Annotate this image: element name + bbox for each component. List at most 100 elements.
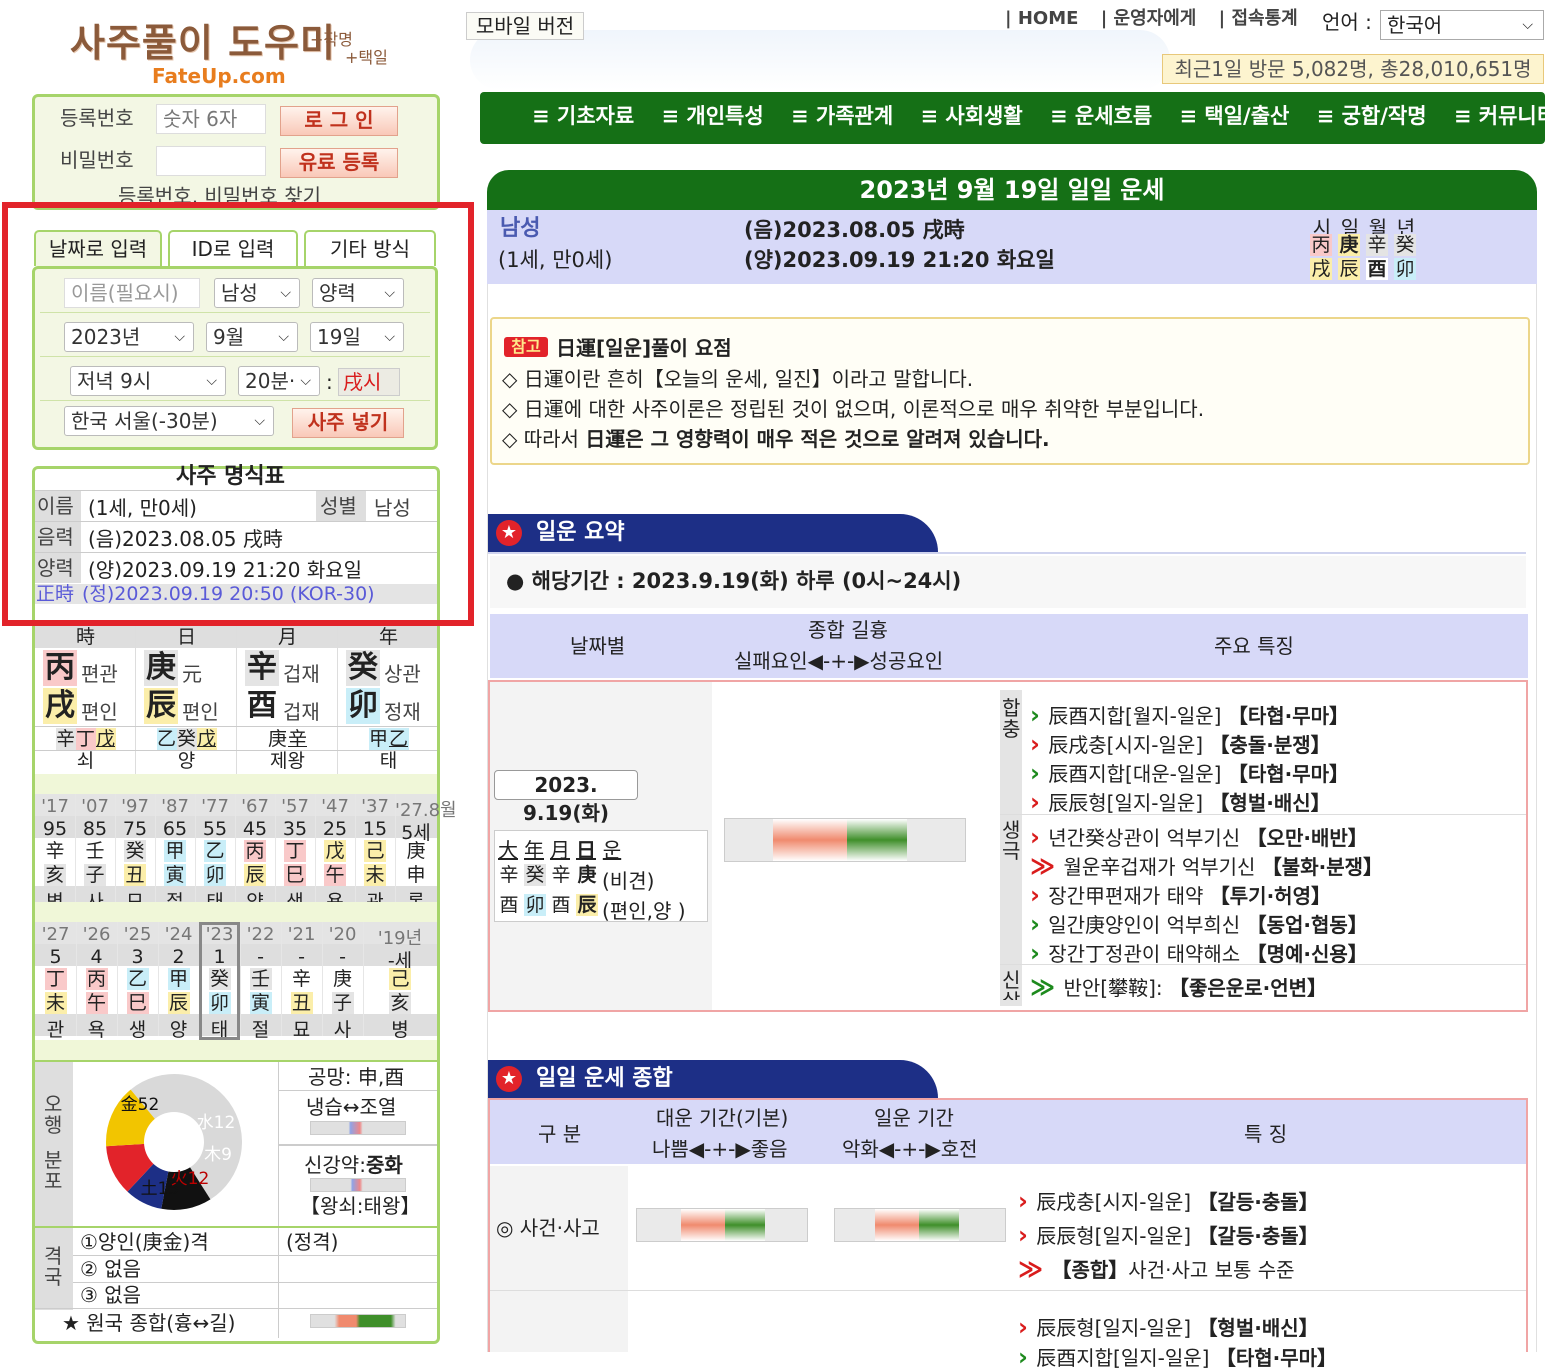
luck-stem: 辛 [290, 968, 313, 990]
col-divider [281, 922, 282, 1036]
saju-pillars: 時丙 편관 戌 편인 辛丁戊 쇠 日庚元辰 편인 乙癸戊 양 月辛 겁재 酉 겁재 庚辛 제왕 年癸 상관 卯 정재 甲… [35, 626, 437, 774]
nav-compat-naming[interactable]: ≡ 궁합/작명 [1317, 104, 1427, 128]
id-input[interactable]: 숫자 6자 [156, 104, 266, 134]
nav-social[interactable]: ≡ 사회생활 [921, 104, 1023, 128]
luck-branch: 寅 [249, 992, 272, 1014]
luck-stem: 辛 [44, 840, 66, 862]
nav-family[interactable]: ≡ 가족관계 [791, 104, 893, 128]
hidden-stem: 辛 [55, 728, 76, 750]
col-divider [75, 794, 76, 908]
gyeokguk-label: 격국 [44, 1244, 63, 1289]
feature-item: ≫ 【종합】사건·사고 보통 수준 [1018, 1254, 1295, 1283]
gauge-positive [725, 1209, 765, 1241]
feature-bold: 【형벌·배신】 [1209, 791, 1331, 815]
divider [488, 552, 1526, 554]
stage-cell: 묘 [292, 1019, 311, 1041]
gubun-col-bg [490, 1166, 628, 1352]
luck-branch: 辰 [167, 992, 190, 1014]
gyeok-3: ③ 없음 [80, 1283, 142, 1307]
mobile-version-button[interactable]: 모바일 버전 [466, 12, 584, 40]
nav-fortune[interactable]: ≡ 운세흐름 [1050, 104, 1152, 128]
feature-bold: 【오만·배반】 [1246, 826, 1368, 850]
pillar-branch-ten: 정재 [384, 700, 421, 724]
year-cell: '57 [281, 796, 309, 817]
age-cell: 2 [172, 946, 185, 968]
feature-text: 월운辛겁재가 억부기신 [1063, 855, 1262, 879]
luck-stem: 乙 [204, 840, 226, 862]
pillar-stem: 庚 [144, 650, 178, 686]
feature-item: › 년간癸상관이 억부기신 【오만·배반】 [1030, 822, 1368, 851]
language-select[interactable]: 한국어 ⌵ [1380, 10, 1544, 40]
ilun-accident-gauge [834, 1208, 1006, 1242]
register-button[interactable]: 유료 등록 [280, 148, 398, 178]
daily-head-text: 일일 운세 종합 [536, 1066, 673, 1091]
nav-community[interactable]: ≡ 커뮤니티 [1454, 104, 1556, 128]
seun-table: '27 5 丁未 관 '26 4 丙午 욕 '25 3 乙巳 생 '24 2 甲辰 양 '23 1 癸卯 태 '22- 壬… [35, 922, 437, 1041]
row-line [35, 726, 437, 727]
logo-url: FateUp.com [152, 64, 286, 88]
side-saenggeuk: 생극 [1002, 818, 1021, 863]
luck-branch: 亥 [44, 864, 66, 886]
luck-branch: 亥 [389, 992, 411, 1014]
daeun-mini-head: 운 [602, 838, 622, 862]
top-link-stats[interactable]: | 접속통계 [1219, 8, 1298, 29]
col-divider [115, 794, 116, 908]
login-button[interactable]: 로 그 인 [280, 106, 398, 136]
luck-stem: 己 [389, 968, 411, 990]
side-sinsal: 신살 [1002, 970, 1020, 1000]
daeun-accident-gauge [636, 1208, 808, 1242]
fortune-solar: (양)2023.09.19 21:20 화요일 [744, 248, 1055, 272]
hidden-stem: 戊 [95, 728, 116, 750]
red-arrow-icon: › [1030, 730, 1049, 758]
site-logo[interactable]: 사주풀이 도우미 +작명 +택일 FateUp.com [60, 18, 420, 88]
col-total: 종합 길흉 [808, 618, 888, 642]
wonguk-summary: ★ 원국 종합(흉↔길) [62, 1311, 236, 1335]
year-cell: '47 [321, 796, 349, 817]
hidden-stem: 庚 [267, 728, 288, 750]
nav-date-birth[interactable]: ≡ 택일/출산 [1180, 104, 1290, 128]
top-link-admin[interactable]: | 운영자에게 [1101, 8, 1197, 29]
nav-basics[interactable]: ≡ 기초자료 [532, 104, 634, 128]
daeun-mini-branch: 辰 [576, 894, 598, 916]
mini-stem: 丙 [1310, 234, 1332, 256]
pillar-stem-ten: 겁재 [283, 662, 320, 686]
age-cell: 85 [82, 818, 108, 840]
luck-branch: 巳 [284, 864, 306, 886]
pillar-stage: 제왕 [270, 750, 305, 772]
pw-input[interactable] [156, 146, 266, 176]
col-divider [315, 794, 316, 908]
age-cell: 65 [162, 818, 188, 840]
mini-branch: 卯 [1394, 258, 1416, 280]
year-cell: '07 [81, 796, 109, 817]
daeun-mini-head: 月 [550, 838, 570, 862]
pillar-stage: 쇠 [76, 750, 95, 772]
feature-text: 일간庚양인이 억부희신 [1048, 913, 1247, 937]
hidden-stem: 戊 [196, 728, 217, 750]
daeun-mini-stem: 辛 [498, 864, 520, 886]
row-line [35, 1308, 437, 1309]
luck-stem: 戊 [324, 840, 346, 862]
top-link-home[interactable]: | HOME [1005, 8, 1078, 29]
gyeok-2: ② 없음 [80, 1257, 142, 1281]
feature-bold: 【갈등·충돌】 [1197, 1224, 1319, 1248]
age-cell: 55 [202, 818, 228, 840]
feature-text: 사건·사고 보통 수준 [1128, 1258, 1295, 1282]
pillar-stem: 辛 [245, 650, 279, 686]
age-cell: - [298, 946, 305, 968]
age-cell: 95 [42, 818, 68, 840]
nav-personal[interactable]: ≡ 개인특성 [662, 104, 764, 128]
feature-text: 辰戌충[시지-일운] [1048, 733, 1210, 757]
daeun-mini-note: (비견) [602, 869, 655, 893]
row-line [35, 750, 437, 751]
col-date: 날짜별 [570, 634, 626, 658]
feature-item: › 辰戌충[시지-일운] 【갈등·충돌】 [1018, 1186, 1319, 1215]
year-cell: '21 [287, 924, 316, 945]
col-divider [355, 794, 356, 908]
summary-period: ● 해당기간 : 2023.9.19(화) 하루 (0시~24시) [506, 569, 962, 593]
pillar-branch-ten: 편인 [81, 700, 118, 724]
luck-stem: 癸 [124, 840, 146, 862]
pillar-stem: 癸 [346, 650, 380, 686]
star-icon: ★ [496, 520, 522, 546]
singang-label: 신강약:중화 [304, 1155, 403, 1175]
age-cell: - [257, 946, 264, 968]
